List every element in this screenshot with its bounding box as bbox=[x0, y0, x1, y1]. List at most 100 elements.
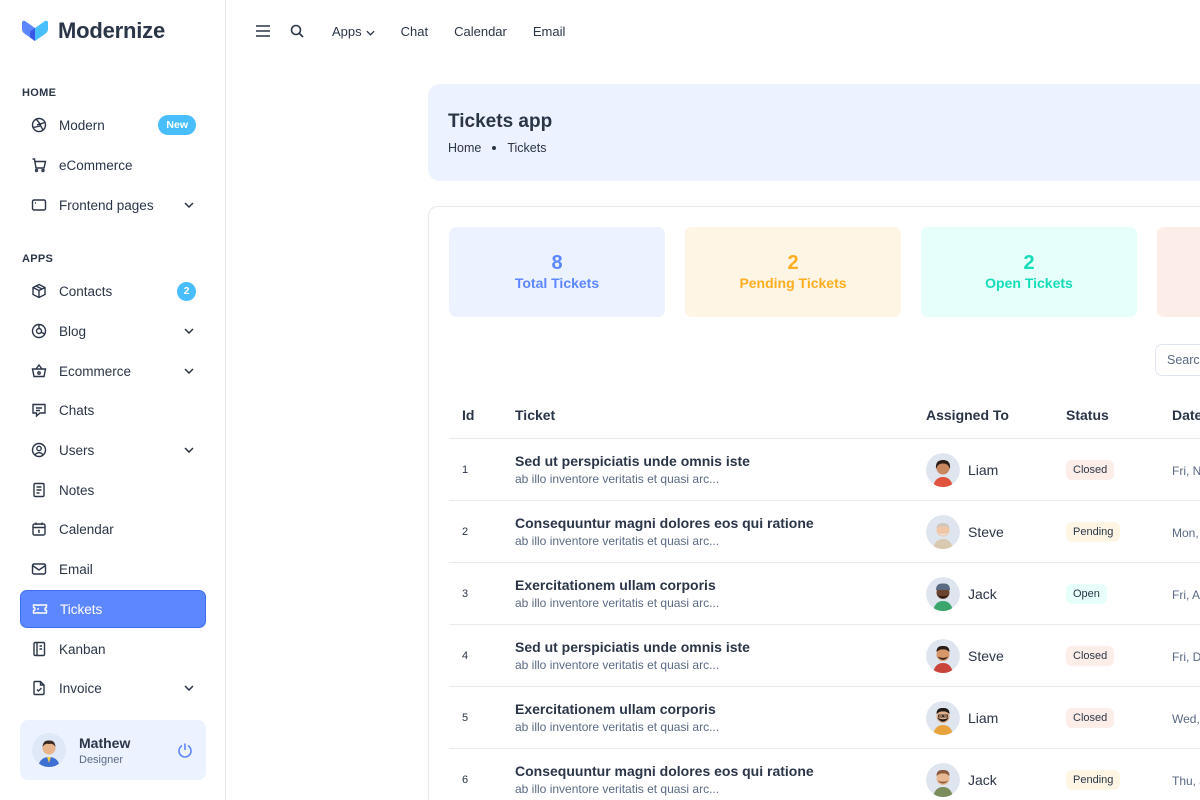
sidebar-item-ecommerce[interactable]: eCommerce bbox=[20, 146, 206, 184]
table-row[interactable]: 6 Consequuntur magni dolores eos qui rat… bbox=[449, 749, 1200, 800]
search-input[interactable] bbox=[1155, 344, 1200, 376]
sidebar-item-label: Frontend pages bbox=[59, 197, 154, 213]
header-link-apps[interactable]: Apps bbox=[332, 24, 375, 39]
ticket-title[interactable]: Exercitationem ullam corporis bbox=[515, 577, 716, 593]
avatar bbox=[926, 639, 960, 673]
column-header-ticket: Ticket bbox=[515, 407, 556, 423]
basket-icon bbox=[30, 362, 48, 380]
table-row[interactable]: 4 Sed ut perspiciatis unde omnis iste ab… bbox=[449, 625, 1200, 687]
stat-label: Open Tickets bbox=[985, 275, 1073, 291]
stat-value: 8 bbox=[551, 252, 563, 274]
avatar bbox=[32, 733, 66, 767]
file-check-icon bbox=[30, 679, 48, 697]
sidebar-item-label: Contacts bbox=[59, 283, 113, 299]
table-row[interactable]: 1 Sed ut perspiciatis unde omnis iste ab… bbox=[449, 439, 1200, 501]
sidebar-item-users[interactable]: Users bbox=[20, 431, 206, 469]
sidebar-item-chats[interactable]: Chats bbox=[20, 391, 206, 429]
profile-name: Mathew bbox=[79, 734, 131, 751]
ticket-id: 3 bbox=[462, 588, 469, 600]
sidebar-item-frontend-pages[interactable]: Frontend pages bbox=[20, 186, 206, 224]
sidebar-item-contacts[interactable]: Contacts 2 bbox=[20, 272, 206, 310]
calendar-icon bbox=[30, 520, 48, 538]
ticket-title[interactable]: Sed ut perspiciatis unde omnis iste bbox=[515, 453, 750, 469]
avatar bbox=[926, 701, 960, 735]
stat-value: 2 bbox=[787, 252, 799, 274]
section-title-home: HOME bbox=[22, 87, 57, 99]
ticket-id: 4 bbox=[462, 650, 469, 662]
table-row[interactable]: 2 Consequuntur magni dolores eos qui rat… bbox=[449, 501, 1200, 563]
column-header-id: Id bbox=[462, 407, 475, 423]
avatar bbox=[926, 763, 960, 797]
ticket-id: 2 bbox=[462, 526, 469, 538]
column-header-status: Status bbox=[1066, 407, 1109, 423]
chevron-down-icon bbox=[182, 443, 196, 457]
chevron-down-icon bbox=[182, 198, 196, 212]
ticket-subtitle: ab illo inventore veritatis et quasi arc… bbox=[515, 472, 720, 486]
ticket-title[interactable]: Consequuntur magni dolores eos qui ratio… bbox=[515, 515, 814, 531]
shopping-cart-icon bbox=[30, 156, 48, 174]
sidebar-item-calendar[interactable]: Calendar bbox=[20, 510, 206, 548]
ticket-id: 5 bbox=[462, 712, 469, 724]
chevron-down-icon bbox=[366, 24, 375, 39]
ticket-title[interactable]: Consequuntur magni dolores eos qui ratio… bbox=[515, 763, 814, 779]
ticket-id: 1 bbox=[462, 464, 469, 476]
table-row[interactable]: 3 Exercitationem ullam corporis ab illo … bbox=[449, 563, 1200, 625]
sidebar-item-tickets[interactable]: Tickets bbox=[20, 590, 206, 628]
ticket-subtitle: ab illo inventore veritatis et quasi arc… bbox=[515, 782, 720, 796]
sidebar-item-label: Chats bbox=[59, 402, 95, 418]
stat-closed-tickets[interactable] bbox=[1157, 227, 1200, 317]
sidebar-item-label: Ecommerce bbox=[59, 363, 132, 379]
ticket-subtitle: ab illo inventore veritatis et quasi arc… bbox=[515, 720, 720, 734]
table-row[interactable]: 5 Exercitationem ullam corporis ab illo … bbox=[449, 687, 1200, 749]
sidebar-item-blog[interactable]: Blog bbox=[20, 312, 206, 350]
status-badge: Closed bbox=[1066, 460, 1115, 480]
header-link-chat[interactable]: Chat bbox=[401, 24, 428, 39]
ticket-icon bbox=[31, 600, 49, 618]
status-badge: Closed bbox=[1066, 646, 1115, 666]
header-link-label: Apps bbox=[332, 23, 362, 39]
breadcrumb-home[interactable]: Home bbox=[448, 141, 481, 155]
ticket-date: Fri, No bbox=[1172, 464, 1200, 478]
power-icon[interactable] bbox=[176, 741, 194, 759]
profile-role: Designer bbox=[79, 753, 124, 766]
package-icon bbox=[30, 282, 48, 300]
ticket-title[interactable]: Sed ut perspiciatis unde omnis iste bbox=[515, 639, 750, 655]
chevron-down-icon bbox=[182, 364, 196, 378]
ticket-subtitle: ab illo inventore veritatis et quasi arc… bbox=[515, 596, 720, 610]
chevron-down-icon bbox=[182, 324, 196, 338]
sidebar-item-kanban[interactable]: Kanban bbox=[20, 630, 206, 668]
ticket-date: Wed, bbox=[1172, 712, 1200, 726]
sidebar-item-label: Users bbox=[59, 442, 95, 458]
header-link-calendar[interactable]: Calendar bbox=[454, 24, 507, 39]
sidebar-item-label: Notes bbox=[59, 482, 95, 498]
sidebar-item-label: Blog bbox=[59, 323, 87, 339]
brand-name: Modernize bbox=[58, 18, 165, 43]
status-badge: Pending bbox=[1066, 770, 1121, 790]
stat-value: 2 bbox=[1023, 252, 1035, 274]
stat-total-tickets[interactable]: 8 Total Tickets bbox=[449, 227, 665, 317]
stat-pending-tickets[interactable]: 2 Pending Tickets bbox=[685, 227, 901, 317]
sidebar-item-modern[interactable]: Modern New bbox=[20, 106, 206, 144]
menu-icon[interactable] bbox=[254, 22, 272, 40]
sidebar-item-email[interactable]: Email bbox=[20, 550, 206, 588]
sidebar-item-label: Calendar bbox=[59, 521, 114, 537]
sidebar-item-label: Kanban bbox=[59, 641, 106, 657]
avatar bbox=[926, 515, 960, 549]
assignee-name: Jack bbox=[968, 772, 997, 788]
brand[interactable]: Modernize bbox=[20, 18, 165, 44]
header-link-email[interactable]: Email bbox=[533, 24, 566, 39]
chevron-down-icon bbox=[182, 681, 196, 695]
ticket-title[interactable]: Exercitationem ullam corporis bbox=[515, 701, 716, 717]
user-profile: Mathew Designer bbox=[20, 720, 206, 780]
modernize-logo-icon bbox=[20, 19, 50, 43]
stat-open-tickets[interactable]: 2 Open Tickets bbox=[921, 227, 1137, 317]
ticket-id: 6 bbox=[462, 774, 469, 786]
sidebar-item-notes[interactable]: Notes bbox=[20, 471, 206, 509]
assignee-name: Steve bbox=[968, 648, 1004, 664]
sidebar-item-label: eCommerce bbox=[59, 157, 133, 173]
sidebar-item-ecommerce-apps[interactable]: Ecommerce bbox=[20, 352, 206, 390]
sidebar-item-invoice[interactable]: Invoice bbox=[20, 669, 206, 707]
search-icon[interactable] bbox=[288, 22, 306, 40]
avatar bbox=[926, 453, 960, 487]
notebook-icon bbox=[30, 640, 48, 658]
